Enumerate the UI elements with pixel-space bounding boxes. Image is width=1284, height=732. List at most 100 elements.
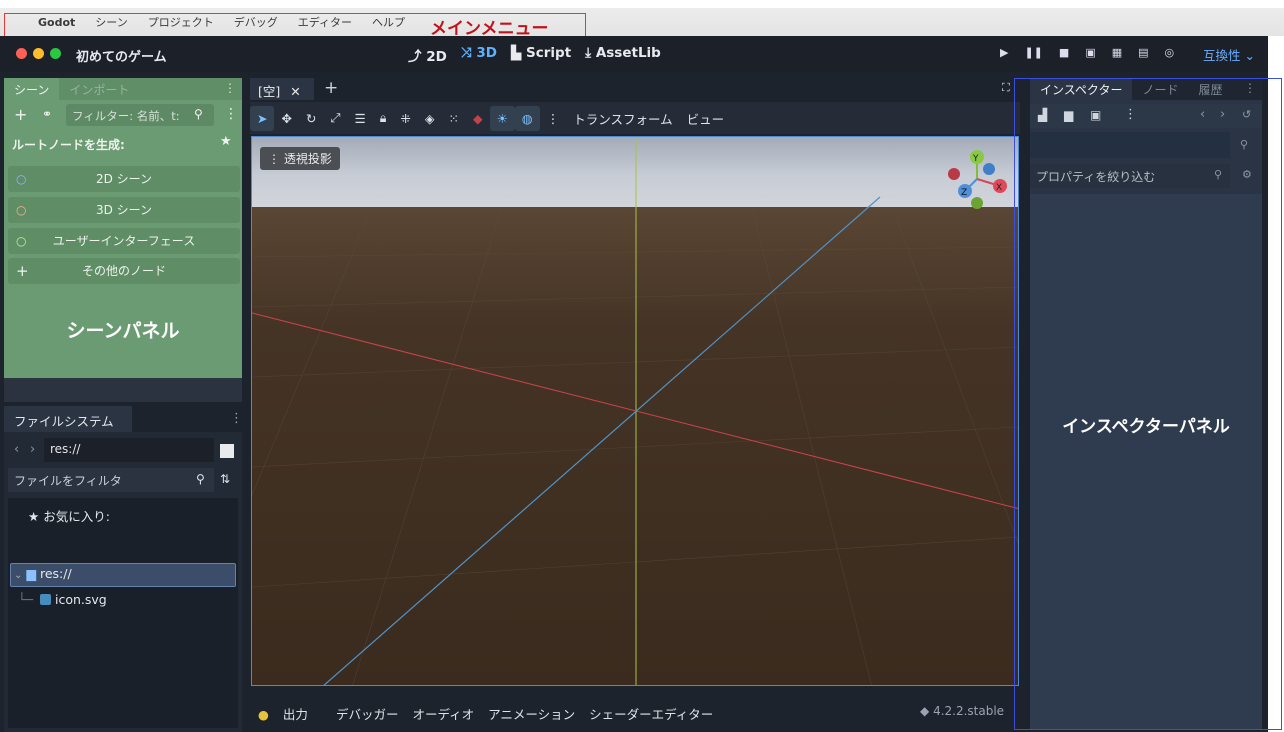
new-tab-icon[interactable]: + bbox=[324, 78, 338, 98]
play-controls: ▶ ❚❚ ■ ▣ ▦ ▤ ◎ bbox=[1000, 46, 1174, 59]
create-2d-scene-label: 2D シーン bbox=[95, 172, 153, 186]
icon-file-row[interactable]: icon.svg bbox=[40, 592, 107, 607]
other-node-label: その他のノード bbox=[81, 264, 166, 278]
create-3d-scene-button[interactable]: ○ 3D シーン bbox=[8, 197, 240, 223]
play-icon[interactable]: ▶ bbox=[1000, 46, 1008, 59]
workspace-3d[interactable]: ⤨ 3D bbox=[461, 45, 497, 65]
scene-filter-input[interactable]: フィルター: 名前、t: bbox=[66, 104, 214, 126]
perspective-menu[interactable]: ⋮ 透視投影 bbox=[260, 147, 340, 170]
forward-icon[interactable]: › bbox=[30, 442, 35, 457]
version-value: 4.2.2.stable bbox=[933, 704, 1005, 718]
create-3d-scene-label: 3D シーン bbox=[95, 203, 153, 217]
move-mode-icon[interactable]: ✥ bbox=[274, 111, 298, 126]
favorites-row[interactable]: ★ お気に入り: bbox=[28, 506, 110, 525]
workspace-assetlib[interactable]: ⤓ AssetLib bbox=[585, 45, 661, 65]
scene-panel-annotation: シーンパネル bbox=[66, 320, 180, 342]
panel-menu-icon[interactable]: ⋮ bbox=[218, 78, 242, 100]
control-node-icon: ○ bbox=[16, 234, 27, 248]
local-space-icon[interactable]: ⁙ bbox=[441, 111, 465, 126]
file-tree bbox=[8, 498, 238, 728]
folder-icon: ▆ bbox=[26, 566, 36, 581]
tab-filesystem[interactable]: ファイルシステム bbox=[4, 406, 132, 432]
distraction-free-icon[interactable]: ⛶ bbox=[1002, 81, 1010, 95]
workspace-2d[interactable]: ⤴ 2D bbox=[408, 45, 447, 65]
gizmo-toggle-icon[interactable]: ◆ bbox=[466, 111, 490, 126]
transform-menu[interactable]: トランスフォーム bbox=[566, 109, 679, 128]
project-name: 初めてのゲーム bbox=[76, 50, 167, 65]
sun-preview-icon[interactable]: ☀ bbox=[489, 105, 515, 131]
renderer-select[interactable]: 互換性 ⌄ bbox=[1203, 45, 1255, 64]
fs-menu-icon[interactable]: ⋮ bbox=[230, 411, 243, 426]
play-custom-scene-icon[interactable]: ▤ bbox=[1138, 46, 1148, 59]
maximize-window-icon[interactable] bbox=[50, 48, 61, 59]
add-node-icon[interactable]: + bbox=[14, 105, 27, 124]
star-icon: ★ bbox=[28, 509, 40, 524]
split-mode-icon[interactable] bbox=[220, 444, 234, 458]
back-icon[interactable]: ‹ bbox=[14, 442, 19, 457]
path-input[interactable]: res:// bbox=[44, 438, 214, 462]
remote-debug-icon[interactable]: ▣ bbox=[1085, 46, 1095, 59]
snap-icon[interactable]: ◈ bbox=[418, 111, 442, 126]
tab-scene[interactable]: シーン bbox=[4, 78, 60, 100]
search-icon: ⚲ bbox=[194, 107, 203, 121]
search-icon: ⚲ bbox=[196, 472, 205, 486]
tab-output-label: 出力 bbox=[282, 706, 308, 722]
file-filter-input[interactable]: ファイルをフィルタ bbox=[8, 468, 214, 492]
tab-animation[interactable]: アニメーション bbox=[488, 704, 575, 723]
environment-preview-icon[interactable]: ◍ bbox=[514, 105, 540, 131]
close-window-icon[interactable] bbox=[16, 48, 27, 59]
workspace-switcher: ⤴ 2D ⤨ 3D ▙ Script ⤓ AssetLib bbox=[408, 45, 661, 65]
workspace-3d-label: 3D bbox=[476, 45, 497, 61]
group-icon[interactable]: ⁜ bbox=[393, 111, 417, 126]
close-tab-icon[interactable]: ✕ bbox=[290, 84, 300, 99]
sort-icon[interactable]: ⇅ bbox=[220, 472, 230, 486]
res-folder-label: res:// bbox=[39, 566, 72, 581]
tab-audio[interactable]: オーディオ bbox=[412, 704, 474, 723]
title-bar: 初めてのゲーム ⤴ 2D ⤨ 3D ▙ Script ⤓ AssetLib ▶ … bbox=[0, 36, 1268, 72]
stop-icon[interactable]: ■ bbox=[1059, 46, 1069, 59]
workspace-2d-label: 2D bbox=[426, 49, 447, 65]
rotate-mode-icon[interactable]: ↻ bbox=[299, 111, 323, 126]
res-folder-label-row: ⌄ ▆ res:// bbox=[14, 566, 72, 581]
workspace-script[interactable]: ▙ Script bbox=[511, 45, 571, 65]
other-node-button[interactable]: + その他のノード bbox=[8, 258, 240, 284]
3d-viewport[interactable]: Y X Z ⋮ 透視投影 bbox=[251, 136, 1019, 686]
view-menu[interactable]: ビュー bbox=[680, 109, 732, 128]
tab-output[interactable]: ● 出力 bbox=[258, 704, 322, 723]
tab-import[interactable]: インポート bbox=[59, 78, 139, 100]
list-select-icon[interactable]: ☰ bbox=[347, 111, 372, 126]
scene-toolbar: + ⚭ フィルター: 名前、t: ⚲ ⋮ bbox=[4, 104, 242, 128]
version-label: ◆ 4.2.2.stable bbox=[920, 704, 1004, 718]
create-ui-button[interactable]: ○ ユーザーインターフェース bbox=[8, 228, 240, 254]
node2d-icon: ○ bbox=[16, 172, 27, 186]
renderer-label: 互換性 bbox=[1203, 48, 1241, 63]
pause-icon[interactable]: ❚❚ bbox=[1024, 46, 1042, 59]
select-mode-icon[interactable]: ➤ bbox=[250, 105, 275, 131]
icon-file-label: icon.svg bbox=[54, 592, 107, 607]
update-spinner-icon: ◆ bbox=[920, 704, 930, 718]
output-dot-icon: ● bbox=[258, 706, 269, 722]
lock-icon[interactable]: 🔒︎ bbox=[373, 110, 394, 126]
perspective-label: 透視投影 bbox=[283, 152, 332, 166]
toolbar-more-icon[interactable]: ⋮ bbox=[540, 111, 567, 126]
create-ui-label: ユーザーインターフェース bbox=[52, 234, 196, 248]
node3d-icon: ○ bbox=[16, 203, 27, 217]
collapse-icon[interactable]: ⌄ bbox=[14, 570, 22, 581]
tab-debugger[interactable]: デバッガー bbox=[336, 704, 399, 723]
minimize-window-icon[interactable] bbox=[33, 48, 44, 59]
favorite-star-icon[interactable]: ★ bbox=[220, 134, 232, 149]
play-scene-icon[interactable]: ▦ bbox=[1112, 46, 1122, 59]
scene-tab-empty[interactable]: [空] ✕ bbox=[250, 78, 314, 100]
filesystem-panel: ファイルシステム ⋮ ‹ › res:// ファイルをフィルタ ⚲ ⇅ ★ お気… bbox=[4, 406, 243, 732]
scale-mode-icon[interactable]: ⤢ bbox=[323, 110, 347, 126]
scene-more-icon[interactable]: ⋮ bbox=[224, 106, 238, 122]
create-2d-scene-button[interactable]: ○ 2D シーン bbox=[8, 166, 240, 192]
favorites-label: お気に入り: bbox=[43, 509, 110, 524]
movie-maker-icon[interactable]: ◎ bbox=[1165, 46, 1175, 59]
link-icon[interactable]: ⚭ bbox=[42, 107, 52, 121]
tab-shader-editor[interactable]: シェーダーエディター bbox=[589, 704, 713, 723]
path-value: res:// bbox=[50, 442, 81, 456]
scene-tabs: [空] ✕ + ⛶ bbox=[250, 78, 1020, 100]
file-filter-placeholder: ファイルをフィルタ bbox=[14, 474, 122, 488]
scene-tab-label: [空] bbox=[258, 84, 281, 99]
